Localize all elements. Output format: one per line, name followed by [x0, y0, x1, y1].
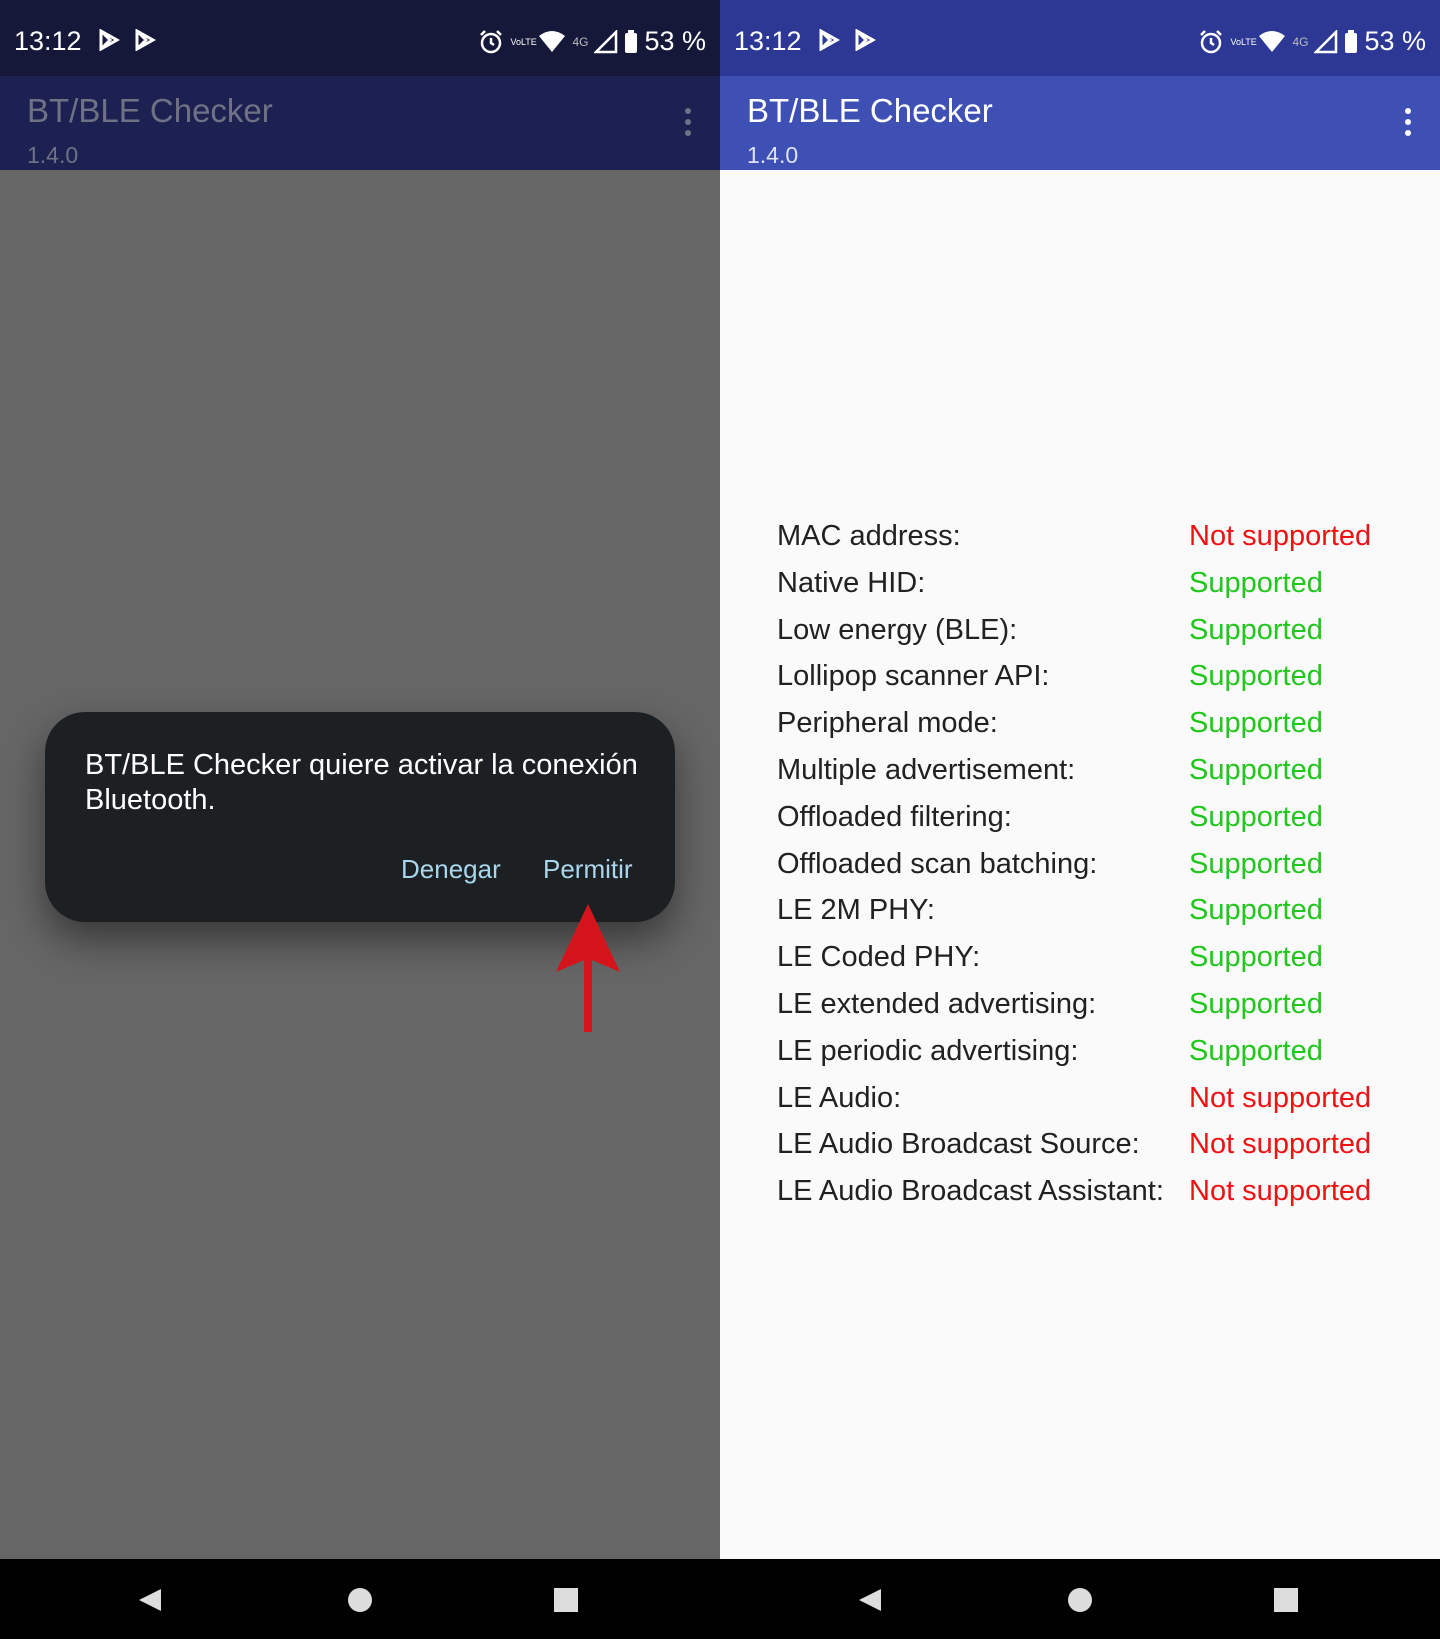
feature-row: LE Audio Broadcast Source: Not supported — [777, 1128, 1417, 1175]
feature-label: LE Coded PHY: — [777, 941, 981, 974]
feature-label: Offloaded scan batching: — [777, 847, 1098, 880]
feature-label: LE Audio Broadcast Source: — [777, 1128, 1140, 1161]
feature-row: Multiple advertisement: Supported — [777, 754, 1417, 801]
status-time: 13:12 — [14, 26, 82, 56]
overflow-menu-icon[interactable] — [1404, 108, 1412, 138]
feature-status: Supported — [1189, 894, 1323, 927]
screen-feature-results: 13:12 VoLTE 4G 53 % BT/BLE Checker 1.4.0… — [720, 0, 1440, 1639]
play-store-icon — [855, 28, 877, 52]
recents-icon[interactable] — [553, 1587, 579, 1613]
feature-label: LE 2M PHY: — [777, 894, 935, 927]
red-arrow-icon — [556, 904, 620, 1032]
feature-label: LE extended advertising: — [777, 987, 1097, 1020]
feature-label: Peripheral mode: — [777, 707, 998, 740]
app-title: BT/BLE Checker — [747, 92, 993, 129]
feature-status: Not supported — [1189, 1128, 1372, 1161]
feature-label: LE Audio: — [777, 1081, 902, 1114]
overflow-menu-icon[interactable] — [684, 108, 692, 138]
app-bar: BT/BLE Checker 1.4.0 — [720, 76, 1440, 170]
comparison-screenshots: 13:12 VoLTE 4G 53 % BT/BLE Checker 1.4.0… — [0, 0, 1440, 1639]
feature-status: Not supported — [1189, 520, 1372, 552]
feature-row: Lollipop scanner API: Supported — [777, 660, 1417, 707]
back-icon[interactable] — [137, 1587, 163, 1613]
signal-icon — [594, 29, 618, 53]
feature-row: LE extended advertising: Supported — [777, 988, 1417, 1035]
deny-button[interactable]: Denegar — [401, 854, 501, 885]
feature-row: MAC address: Not supported — [777, 520, 1417, 567]
play-store-icon — [99, 28, 121, 52]
feature-status: Supported — [1189, 800, 1323, 833]
feature-status: Supported — [1189, 660, 1323, 693]
feature-status: Supported — [1189, 753, 1323, 786]
navigation-bar — [720, 1559, 1440, 1639]
feature-row: LE periodic advertising: Supported — [777, 1035, 1417, 1082]
feature-label: Offloaded filtering: — [777, 800, 1012, 833]
battery-percent: 53 % — [644, 26, 706, 56]
feature-label: Lollipop scanner API: — [777, 660, 1050, 693]
feature-status: Supported — [1189, 987, 1323, 1020]
status-bar: 13:12 VoLTE 4G 53 % — [720, 0, 1440, 76]
feature-status: Supported — [1189, 613, 1323, 646]
allow-button[interactable]: Permitir — [543, 854, 633, 885]
battery-icon — [1345, 29, 1358, 53]
battery-icon — [625, 29, 638, 53]
feature-row: Native HID: Supported — [777, 567, 1417, 614]
feature-status: Supported — [1189, 941, 1323, 974]
home-icon[interactable] — [347, 1587, 373, 1613]
back-icon[interactable] — [857, 1587, 883, 1613]
feature-status: Not supported — [1189, 1175, 1372, 1208]
feature-row: LE Coded PHY: Supported — [777, 941, 1417, 988]
dialog-message: BT/BLE Checker quiere activar la conexió… — [85, 749, 638, 816]
feature-status: Supported — [1189, 707, 1323, 740]
feature-label: LE periodic advertising: — [777, 1034, 1079, 1067]
signal-icon — [1314, 29, 1338, 53]
alarm-icon — [480, 29, 503, 53]
feature-row: Offloaded scan batching: Supported — [777, 848, 1417, 895]
play-store-icon — [819, 28, 841, 52]
feature-label: Multiple advertisement: — [777, 753, 1076, 786]
status-bar: 13:12 VoLTE 4G 53 % — [0, 0, 720, 76]
feature-row: Low energy (BLE): Supported — [777, 614, 1417, 661]
feature-label: Low energy (BLE): — [777, 613, 1018, 646]
network-type-label: 4G — [1292, 34, 1309, 49]
wifi-icon — [1259, 30, 1286, 52]
wifi-icon — [539, 30, 566, 52]
alarm-icon — [1200, 29, 1223, 53]
feature-label: LE Audio Broadcast Assistant: — [777, 1175, 1164, 1208]
feature-label: MAC address: — [777, 520, 961, 552]
feature-status: Supported — [1189, 847, 1323, 880]
screen-permission-dialog: 13:12 VoLTE 4G 53 % BT/BLE Checker 1.4.0… — [0, 0, 720, 1639]
navigation-bar — [0, 1559, 720, 1639]
play-store-icon — [135, 28, 157, 52]
feature-row: LE Audio: Not supported — [777, 1082, 1417, 1129]
status-time: 13:12 — [734, 26, 802, 56]
app-version: 1.4.0 — [27, 142, 79, 168]
home-icon[interactable] — [1067, 1587, 1093, 1613]
feature-status: Supported — [1189, 1034, 1323, 1067]
volte-icon: VoLTE — [510, 36, 537, 47]
feature-row: LE 2M PHY: Supported — [777, 894, 1417, 941]
feature-list: MAC address: Not supported Native HID: Supp… — [777, 520, 1417, 1222]
battery-percent: 53 % — [1364, 26, 1426, 56]
volte-icon: VoLTE — [1230, 36, 1257, 47]
app-version: 1.4.0 — [747, 142, 799, 168]
network-type-label: 4G — [572, 34, 589, 49]
recents-icon[interactable] — [1273, 1587, 1299, 1613]
feature-row: Offloaded filtering: Supported — [777, 801, 1417, 848]
feature-status: Not supported — [1189, 1081, 1372, 1114]
feature-label: Native HID: — [777, 566, 926, 599]
bluetooth-permission-dialog: BT/BLE Checker quiere activar la conexió… — [45, 712, 675, 922]
feature-row: LE Audio Broadcast Assistant: Not support… — [777, 1175, 1417, 1222]
app-bar: BT/BLE Checker 1.4.0 — [0, 76, 720, 170]
feature-status: Supported — [1189, 566, 1323, 599]
feature-row: Peripheral mode: Supported — [777, 707, 1417, 754]
app-title: BT/BLE Checker — [27, 92, 273, 129]
